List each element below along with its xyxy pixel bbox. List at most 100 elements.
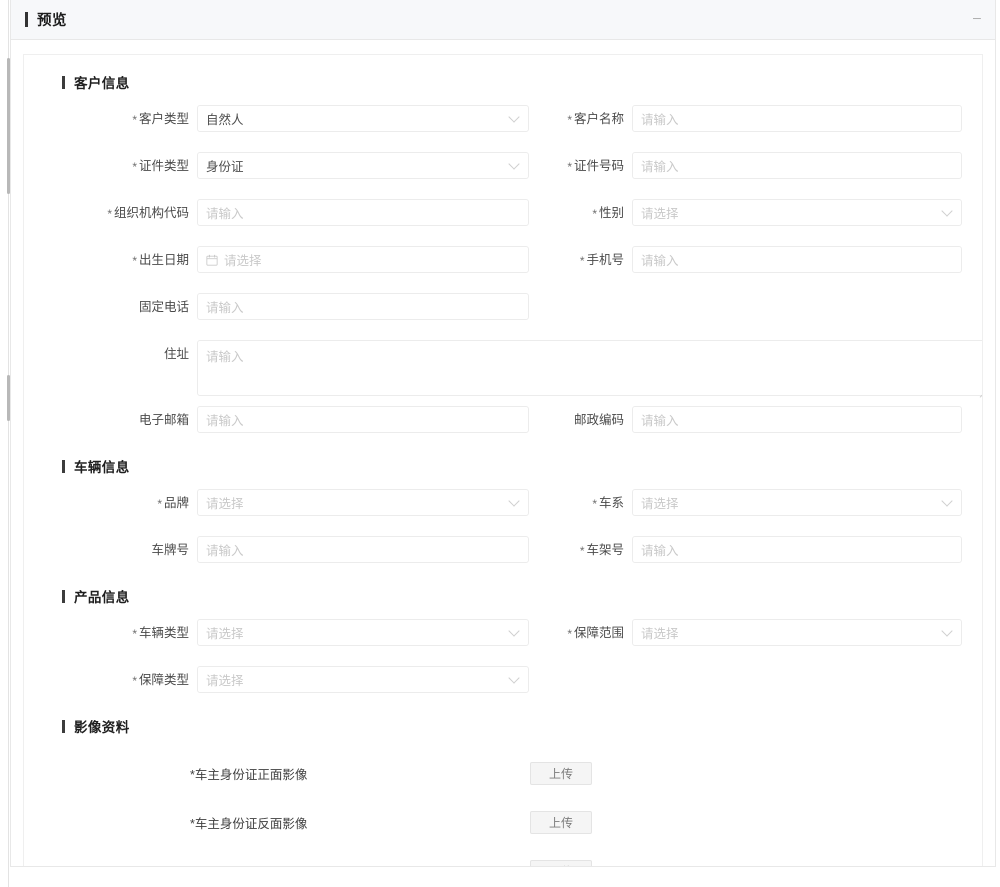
upload-button[interactable]: 上传 <box>530 811 592 834</box>
field-label: * 车架号 <box>529 536 632 564</box>
field-placeholder: 请选择 <box>206 627 244 641</box>
field-label: 住址 <box>24 340 197 368</box>
chevron-down-icon <box>510 497 519 506</box>
field-placeholder: 请输入 <box>206 350 244 364</box>
input-车牌号[interactable]: 请输入 <box>197 536 529 563</box>
section-title-customer-info: 客户信息 <box>62 69 982 95</box>
required-asterisk: * <box>567 160 572 174</box>
section-title-text: 车辆信息 <box>74 460 130 475</box>
field-placeholder: 请选择 <box>641 207 679 221</box>
form-item-车系: * 车系 请选择 <box>529 489 982 526</box>
select-品牌[interactable]: 请选择 <box>197 489 529 516</box>
select-证件类型[interactable]: 身份证 <box>197 152 529 179</box>
form-row: 住址 请输入 <box>24 340 982 396</box>
input-组织机构代码[interactable]: 请输入 <box>197 199 529 226</box>
preview-panel: 预览 ─ ■ 客户信息*客户类型自然人*客户名称请输入*证件类型身份证*证件号码… <box>10 0 996 867</box>
select-性别[interactable]: 请选择 <box>632 199 962 226</box>
form-item-邮政编码: 邮政编码 请输入 <box>529 406 982 443</box>
section-title-text: 客户信息 <box>74 76 130 91</box>
select-车系[interactable]: 请选择 <box>632 489 962 516</box>
form-item-性别: * 性别 请选择 <box>529 199 982 236</box>
field-label-text: 证件类型 <box>138 159 189 173</box>
minimize-icon[interactable]: ─ <box>973 14 981 25</box>
form-row: * 车辆类型 请选择 * 保障范围 请选择 <box>24 619 982 656</box>
form-row: * 组织机构代码 请输入 * 性别 请选择 <box>24 199 982 236</box>
field-label-text: 车牌号 <box>151 543 189 557</box>
form-row: 电子邮箱 请输入 邮政编码 请输入 <box>24 406 982 443</box>
field-label-text: 住址 <box>163 347 189 361</box>
required-asterisk: * <box>107 207 112 221</box>
field-label-text: 性别 <box>598 206 624 220</box>
section-title-product-info: 产品信息 <box>62 583 982 609</box>
required-asterisk: * <box>567 627 572 641</box>
upload-row: *车主营业执照影像上传 <box>24 847 982 866</box>
field-placeholder: 请输入 <box>206 414 244 428</box>
textarea-住址[interactable]: 请输入 <box>197 340 982 396</box>
form-item-出生日期: * 出生日期 请选择 <box>24 246 529 283</box>
field-value: 自然人 <box>206 113 244 127</box>
input-电子邮箱[interactable]: 请输入 <box>197 406 529 433</box>
field-label-text: 车系 <box>598 496 624 510</box>
upload-label: *车主身份证反面影像 <box>190 817 308 831</box>
select-保障类型[interactable]: 请选择 <box>197 666 529 693</box>
form-item-证件类型: * 证件类型 身份证 <box>24 152 529 189</box>
input-客户名称[interactable]: 请输入 <box>632 105 962 132</box>
required-asterisk: * <box>592 497 597 511</box>
calendar-icon <box>206 254 218 266</box>
field-placeholder: 请选择 <box>641 497 679 511</box>
field-label: * 客户名称 <box>529 105 632 133</box>
field-label-text: 品牌 <box>163 496 189 510</box>
form-item-客户名称: * 客户名称 请输入 <box>529 105 982 142</box>
page-title: 预览 <box>37 13 67 29</box>
field-label: * 性别 <box>529 199 632 227</box>
section-accent-bar <box>62 459 65 473</box>
required-asterisk: * <box>579 254 585 268</box>
chevron-down-icon <box>510 160 519 169</box>
section-accent-bar <box>62 75 65 89</box>
form-item-empty <box>529 666 982 703</box>
upload-button[interactable]: 上传 <box>530 762 592 785</box>
required-asterisk: * <box>132 674 137 688</box>
section-title-vehicle-info: 车辆信息 <box>62 453 982 479</box>
field-label-text: 电子邮箱 <box>138 413 189 427</box>
field-placeholder: 请选择 <box>206 497 244 511</box>
section-accent-bar <box>62 719 65 733</box>
input-车架号[interactable]: 请输入 <box>632 536 962 563</box>
date-picker-出生日期[interactable]: 请选择 <box>197 246 529 273</box>
field-label: * 车辆类型 <box>24 619 197 647</box>
field-placeholder: 请输入 <box>641 414 679 428</box>
chevron-down-icon <box>510 113 519 122</box>
form-item-住址: 住址 请输入 <box>24 340 982 396</box>
section-title-text: 影像资料 <box>74 720 130 735</box>
preview-dialog: 预览 ─ ■ 客户信息*客户类型自然人*客户名称请输入*证件类型身份证*证件号码… <box>0 0 1000 887</box>
upload-button[interactable]: 上传 <box>530 860 592 866</box>
select-车辆类型[interactable]: 请选择 <box>197 619 529 646</box>
section-title-text: 产品信息 <box>74 590 130 605</box>
form-item-电子邮箱: 电子邮箱 请输入 <box>24 406 529 443</box>
field-label-text: 固定电话 <box>138 300 189 314</box>
form-row: * 客户类型 自然人 * 客户名称 请输入 <box>24 105 982 142</box>
select-客户类型[interactable]: 自然人 <box>197 105 529 132</box>
field-placeholder: 请输入 <box>641 160 679 174</box>
input-固定电话[interactable]: 请输入 <box>197 293 529 320</box>
dialog-body: 客户信息 * 客户类型 自然人 * 客户名称 请输入 * 证件类型 身份证 * 证件号码 请输入 * 组织机… <box>11 40 995 866</box>
section-accent-bar <box>62 589 65 603</box>
field-label-text: 保障类型 <box>138 673 189 687</box>
resize-handle[interactable] <box>978 385 982 393</box>
field-label-text: 组织机构代码 <box>113 206 189 220</box>
select-保障范围[interactable]: 请选择 <box>632 619 962 646</box>
form-item-车牌号: 车牌号 请输入 <box>24 536 529 573</box>
input-手机号[interactable]: 请输入 <box>632 246 962 273</box>
form-row: 车牌号 请输入 * 车架号 请输入 <box>24 536 982 573</box>
input-证件号码[interactable]: 请输入 <box>632 152 962 179</box>
required-asterisk: * <box>592 207 597 221</box>
input-邮政编码[interactable]: 请输入 <box>632 406 962 433</box>
